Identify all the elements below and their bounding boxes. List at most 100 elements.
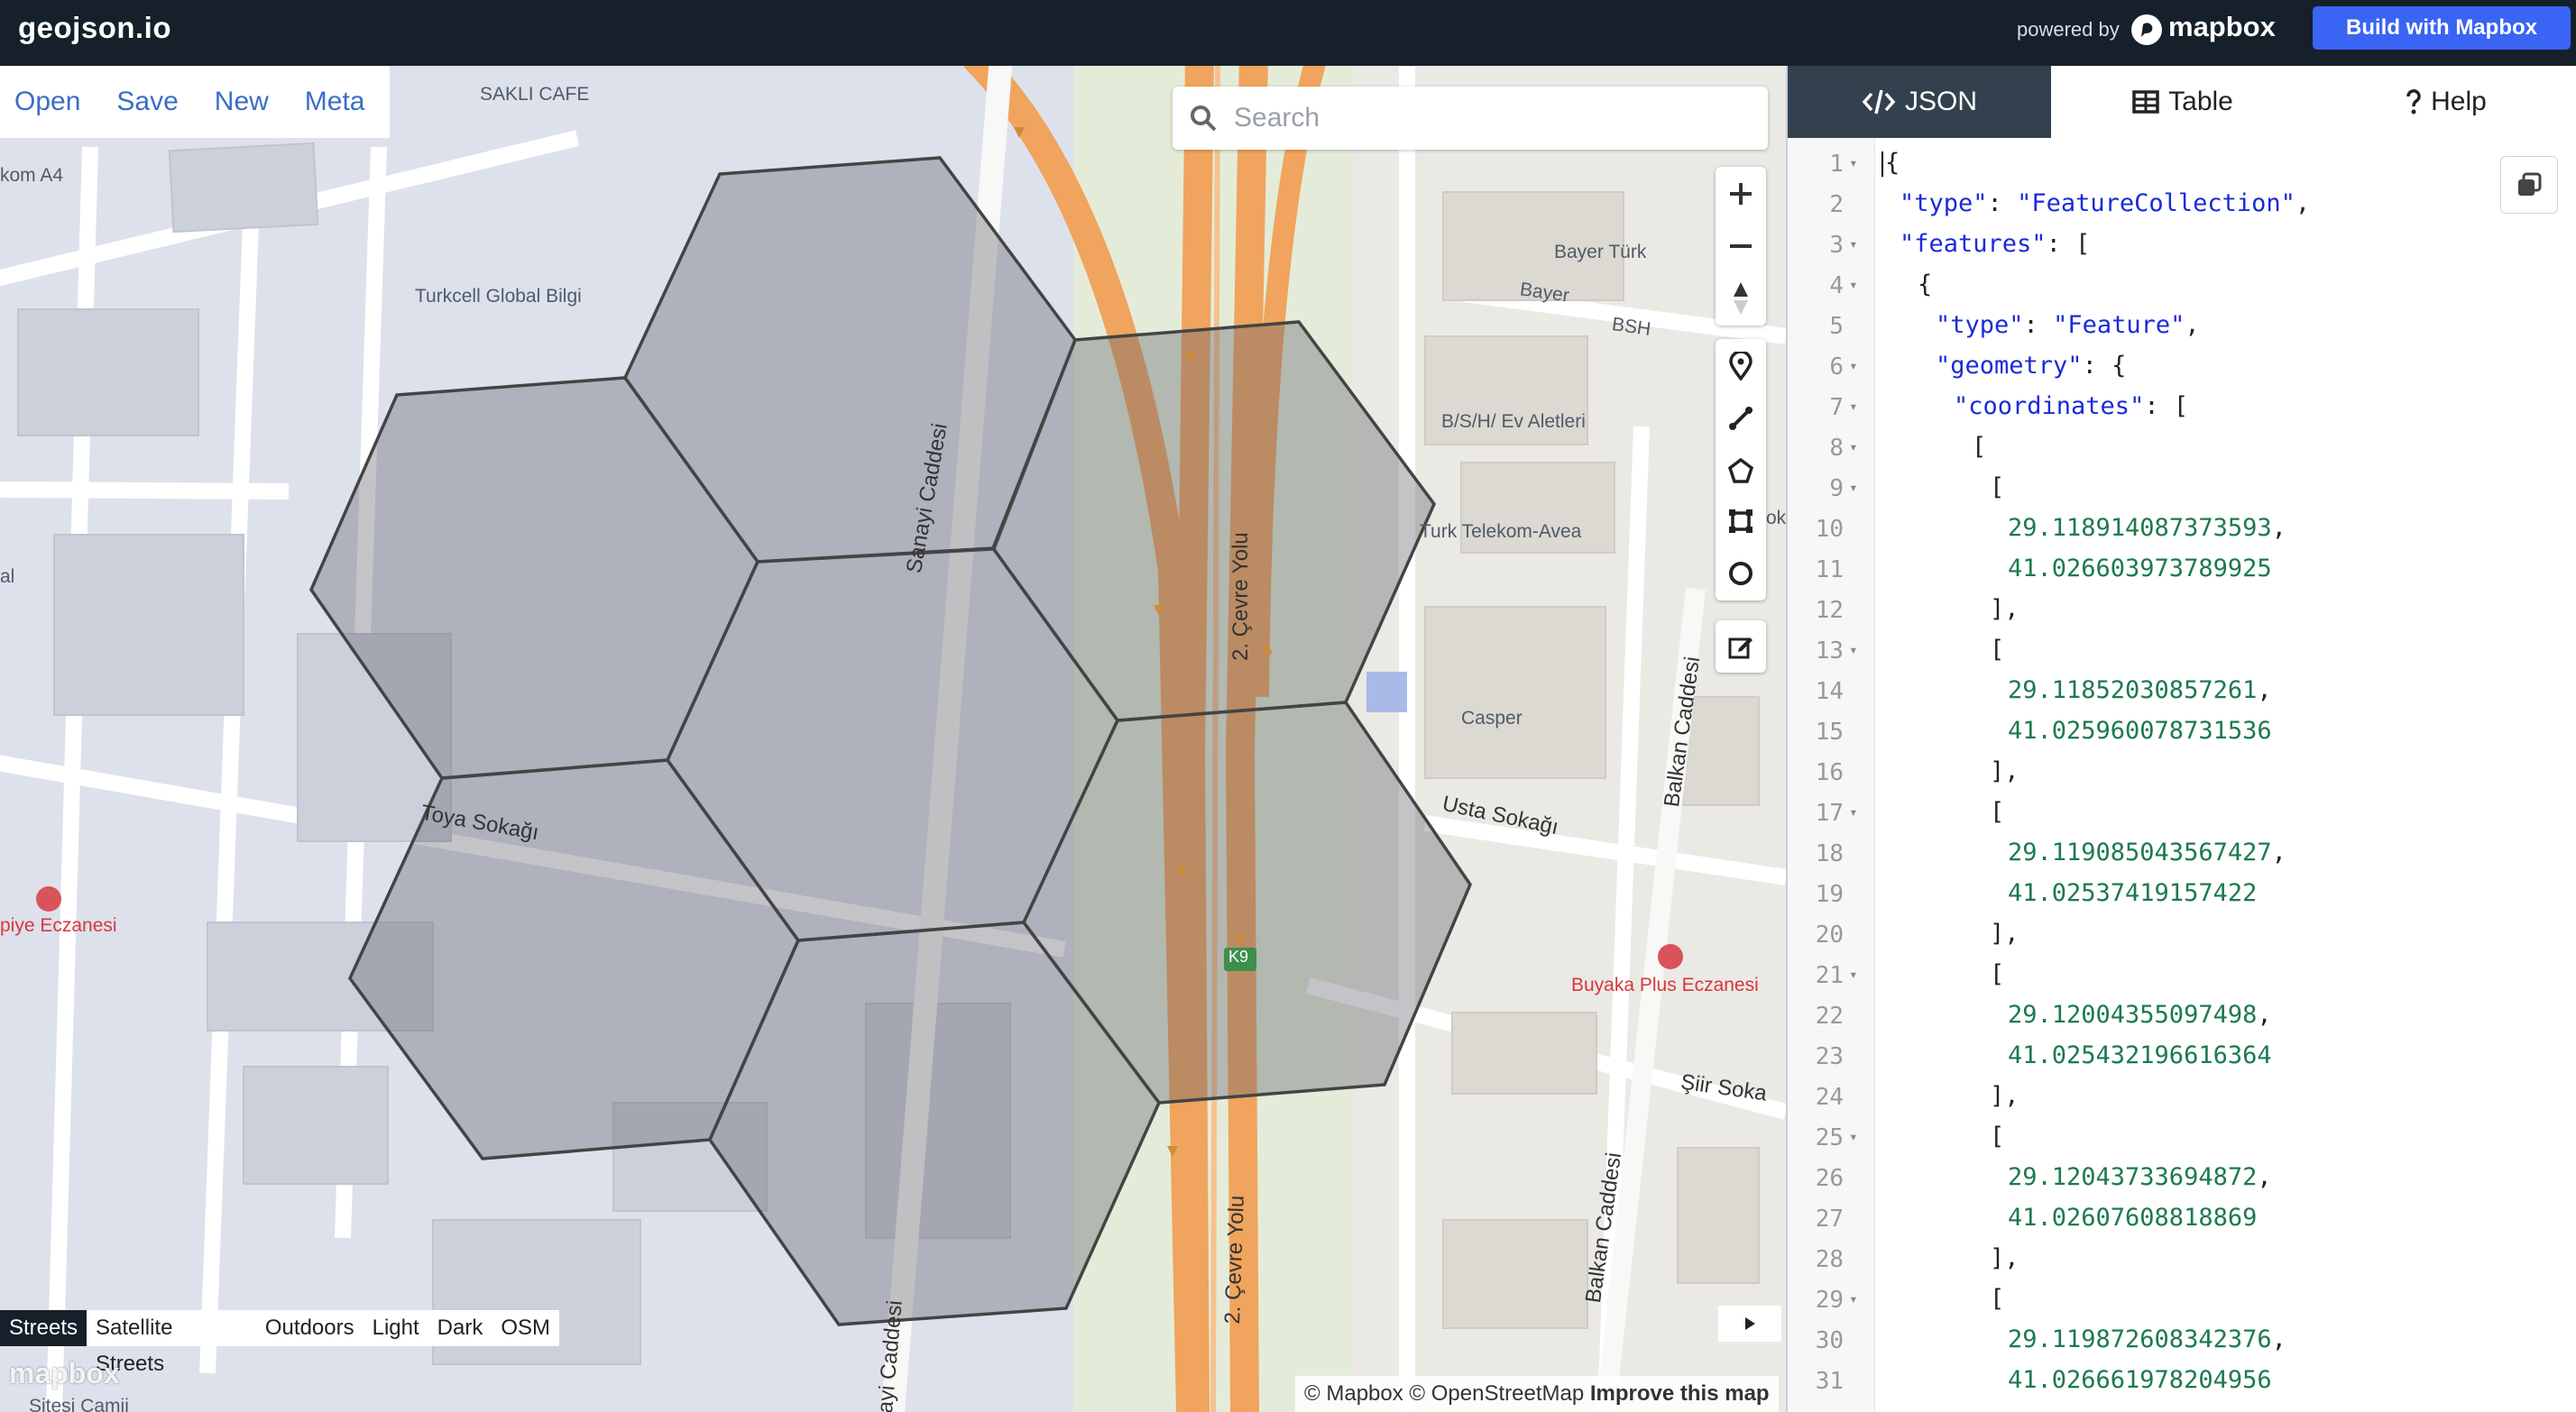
search-input[interactable] [1232, 99, 1741, 137]
code-line[interactable]: 3 ▾ "features": [ [1788, 226, 2576, 267]
tab-table[interactable]: Table [2051, 66, 2314, 138]
draw-marker-button[interactable] [1716, 341, 1766, 391]
code-line[interactable]: 26 29.12043733694872, [1788, 1160, 2576, 1200]
fold-arrow-icon[interactable]: ▾ [1849, 966, 1858, 983]
fold-arrow-icon[interactable]: ▾ [1849, 803, 1858, 821]
fold-arrow-icon[interactable]: ▾ [1849, 235, 1858, 252]
attribution-osm[interactable]: © OpenStreetMap [1409, 1381, 1584, 1406]
code-line[interactable]: 6 ▾ "geometry": { [1788, 348, 2576, 389]
json-number: 29.11852030857261 [2008, 676, 2258, 704]
fold-arrow-icon[interactable]: ▾ [1849, 398, 1858, 415]
zoom-out-icon [1730, 244, 1752, 248]
app-title[interactable]: geojson.io [18, 11, 171, 45]
build-with-mapbox-button[interactable]: Build with Mapbox [2313, 6, 2571, 50]
json-editor[interactable]: 1 ▾ {2 "type": "FeatureCollection", 3 ▾ "featu… [1788, 138, 2576, 1412]
line-number: 16 [1815, 759, 1844, 786]
line-number: 9 [1829, 475, 1844, 502]
fold-arrow-icon[interactable]: ▾ [1849, 154, 1858, 171]
copy-button[interactable] [2500, 156, 2558, 214]
code-line[interactable]: 22 29.12004355097498, [1788, 997, 2576, 1038]
improve-map-link[interactable]: Improve this map [1590, 1381, 1770, 1406]
code-line[interactable]: 1 ▾ { [1788, 145, 2576, 186]
code-line[interactable]: 9 ▾ [ [1788, 470, 2576, 510]
collapse-panel-button[interactable] [1718, 1306, 1781, 1342]
edit-button[interactable] [1716, 621, 1766, 672]
code-line[interactable]: 4 ▾ { [1788, 267, 2576, 307]
code-line[interactable]: 7 ▾ "coordinates": [ [1788, 389, 2576, 429]
code-line[interactable]: 13 ▾ [ [1788, 632, 2576, 673]
menu-new[interactable]: New [215, 87, 269, 117]
code-text: 29.119872608342376, [2008, 1325, 2286, 1353]
code-line[interactable]: 19 41.02537419157422 [1788, 876, 2576, 916]
code-text: 41.026603973789925 [2008, 555, 2272, 582]
style-option-osm[interactable]: OSM [492, 1310, 559, 1346]
json-number: 29.118914087373593 [2008, 514, 2272, 542]
fold-arrow-icon[interactable]: ▾ [1849, 1290, 1858, 1307]
code-text: ], [1990, 920, 2019, 948]
code-line[interactable]: 16], [1788, 754, 2576, 794]
tab-help[interactable]: Help [2314, 66, 2576, 138]
edit-controls [1716, 620, 1766, 673]
fold-arrow-icon[interactable]: ▾ [1849, 1128, 1858, 1145]
code-line[interactable]: 18 29.119085043567427, [1788, 835, 2576, 876]
style-option-streets[interactable]: Streets [0, 1310, 87, 1346]
mapbox-watermark[interactable]: mapbox [9, 1357, 120, 1390]
code-text: 29.11852030857261, [2008, 676, 2272, 704]
code-line[interactable]: 25 ▾ [ [1788, 1119, 2576, 1160]
code-text: ], [1990, 595, 2019, 623]
map-label-bayer-turk: Bayer Türk [1554, 242, 1647, 262]
code-line[interactable]: 17 ▾ [ [1788, 794, 2576, 835]
draw-polygon-button[interactable] [1716, 445, 1766, 496]
code-line[interactable]: 23 41.025432196616364 [1788, 1038, 2576, 1078]
fold-arrow-icon[interactable]: ▾ [1849, 276, 1858, 293]
code-line[interactable]: 28], [1788, 1241, 2576, 1281]
search-box [1173, 87, 1768, 150]
zoom-in-button[interactable] [1716, 169, 1766, 219]
mapbox-logo-text[interactable]: mapbox [2168, 11, 2276, 43]
code-line[interactable]: 20], [1788, 916, 2576, 957]
style-option-satellite-streets[interactable]: Satellite Streets [87, 1310, 256, 1376]
code-line[interactable]: 14 29.11852030857261, [1788, 673, 2576, 713]
style-option-dark[interactable]: Dark [428, 1310, 492, 1346]
menu-meta[interactable]: Meta [305, 87, 365, 117]
json-number: 29.119872608342376 [2008, 1325, 2272, 1353]
code-line[interactable]: 27 41.02607608818869 [1788, 1200, 2576, 1241]
attribution-mapbox[interactable]: © Mapbox [1304, 1381, 1403, 1406]
code-line[interactable]: 12], [1788, 591, 2576, 632]
compass-button[interactable] [1716, 273, 1766, 324]
line-number: 17 [1815, 800, 1844, 827]
code-line[interactable]: 10 29.118914087373593, [1788, 510, 2576, 551]
code-line[interactable]: 24], [1788, 1078, 2576, 1119]
code-line[interactable]: 15 41.025960078731536 [1788, 713, 2576, 754]
line-number: 15 [1815, 719, 1844, 746]
line-number: 27 [1815, 1206, 1844, 1233]
code-line[interactable]: 30 29.119872608342376, [1788, 1322, 2576, 1362]
fold-arrow-icon[interactable]: ▾ [1849, 438, 1858, 455]
fold-arrow-icon[interactable]: ▾ [1849, 357, 1858, 374]
draw-circle-button[interactable] [1716, 548, 1766, 599]
code-line[interactable]: 21 ▾ [ [1788, 957, 2576, 997]
code-line[interactable]: 8 ▾ [ [1788, 429, 2576, 470]
code-line[interactable]: 5 "type": "Feature", [1788, 307, 2576, 348]
menu-save[interactable]: Save [116, 87, 178, 117]
fold-arrow-icon[interactable]: ▾ [1849, 479, 1858, 496]
code-line[interactable]: 31 41.026661978204956 [1788, 1362, 2576, 1403]
fold-arrow-icon[interactable]: ▾ [1849, 641, 1858, 658]
style-option-light[interactable]: Light [363, 1310, 428, 1346]
json-punct: , [2257, 676, 2272, 704]
draw-line-button[interactable] [1716, 393, 1766, 444]
table-icon [2132, 90, 2159, 114]
code-line[interactable]: 11 41.026603973789925 [1788, 551, 2576, 591]
style-option-outdoors[interactable]: Outdoors [256, 1310, 363, 1346]
map-canvas[interactable]: SAKLI CAFE kom A4 Turkcell Global Bilgi … [0, 66, 1786, 1412]
tab-json[interactable]: JSON [1788, 66, 2051, 138]
map-label-k9: K9 [1228, 948, 1249, 966]
code-line[interactable]: 29 ▾ [ [1788, 1281, 2576, 1322]
powered-by-label: powered by [2017, 18, 2120, 41]
code-text: 29.118914087373593, [2008, 514, 2286, 542]
menu-open[interactable]: Open [14, 87, 80, 117]
draw-rectangle-button[interactable] [1716, 496, 1766, 546]
code-line[interactable]: 2 "type": "FeatureCollection", [1788, 186, 2576, 226]
text-cursor [1881, 151, 1883, 177]
zoom-out-button[interactable] [1716, 221, 1766, 271]
